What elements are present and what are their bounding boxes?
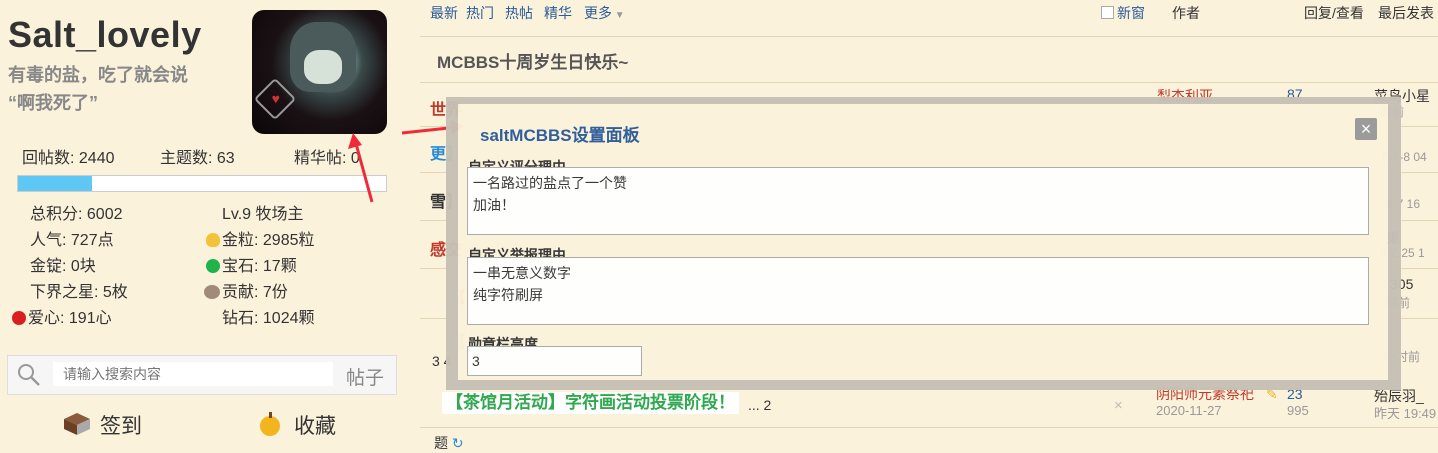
profile-panel: Salt_lovely 有毒的盐，吃了就会说 “啊我死了” ♥ 回帖数: 244… — [0, 0, 420, 451]
book-icon — [64, 413, 90, 435]
apple-icon — [12, 311, 26, 325]
refresh-icon[interactable]: ↻ — [448, 435, 464, 451]
stat-diamonds: 钻石: 1024颗 — [222, 310, 315, 327]
golden-apple-icon — [260, 412, 280, 436]
thread-views: 995 — [1287, 403, 1309, 418]
heart-sign-icon: ♥ — [253, 77, 297, 121]
search-icon[interactable] — [16, 362, 42, 388]
footer-label: 题 ↻ — [434, 433, 464, 453]
checkbox[interactable] — [1101, 6, 1114, 19]
signature-line: 有毒的盐，吃了就会说 — [8, 65, 188, 85]
stat-gems: 宝石: 17颗 — [206, 255, 297, 279]
stat-love: 爱心: 191心 — [12, 307, 112, 331]
stat-gold-ingots: 金锭: 0块 — [30, 258, 96, 275]
avatar-face — [304, 50, 342, 84]
last-post-time: 昨天 19:49 — [1374, 406, 1437, 421]
level-progress-fill — [18, 176, 92, 191]
stat-nether-stars: 下界之星: 5枚 — [30, 284, 128, 301]
filter-digest[interactable]: 精华 — [544, 3, 572, 23]
search-input[interactable] — [53, 362, 333, 386]
new-window-toggle[interactable]: 新窗 — [1101, 3, 1145, 23]
filter-latest[interactable]: 最新 — [430, 3, 458, 23]
gold-nugget-icon — [206, 233, 220, 247]
filter-hotpost[interactable]: 热帖 — [505, 3, 533, 23]
signature-line: “啊我死了” — [8, 93, 98, 113]
favorite-button[interactable]: 收藏 — [256, 410, 336, 440]
search-bar: 帖子 — [7, 355, 397, 395]
footer-text: 题 — [434, 435, 448, 451]
topic-count[interactable]: 主题数: 63 — [160, 144, 235, 168]
signature: 有毒的盐，吃了就会说 “啊我死了” — [8, 61, 238, 117]
report-reason-textarea[interactable]: 一串无意义数字 纯字符刷屏 — [467, 257, 1369, 325]
chevron-down-icon: ▼ — [612, 10, 625, 21]
checkin-button[interactable]: 签到 — [62, 410, 142, 440]
settings-panel: saltMCBBS设置面板 × 自定义评分理由 一名路过的盐点了一个赞 加油！ … — [446, 97, 1401, 390]
search-type-select[interactable]: 帖子 — [346, 363, 384, 390]
stat-gold-nuggets: 金粒: 2985粒 — [206, 229, 315, 253]
stat-label: 贡献: 7份 — [222, 284, 288, 301]
stat-popularity: 人气: 727点 — [30, 232, 114, 249]
rate-reason-textarea[interactable]: 一名路过的盐点了一个赞 加油！ — [467, 167, 1369, 235]
username[interactable]: Salt_lovely — [8, 14, 202, 56]
filter-bar: 最新 热门 热帖 精华 更多 ▼ 新窗 作者 回复/查看 最后发表 — [420, 0, 1438, 24]
filter-more[interactable]: 更多 ▼ — [584, 3, 625, 23]
reply-count[interactable]: 回帖数: 2440 — [22, 144, 115, 168]
thread-pages[interactable]: ... 2 — [748, 397, 771, 413]
forum-banner[interactable]: MCBBS十周岁生日快乐~ — [437, 48, 628, 73]
filter-hot[interactable]: 热门 — [466, 3, 494, 23]
stat-level[interactable]: Lv.9 牧场主 — [222, 203, 304, 227]
favorite-label: 收藏 — [294, 415, 336, 438]
new-window-label: 新窗 — [1117, 5, 1145, 21]
column-author: 作者 — [1172, 5, 1200, 21]
settings-panel-body: saltMCBBS设置面板 × 自定义评分理由 一名路过的盐点了一个赞 加油！ … — [458, 104, 1388, 380]
divider — [420, 427, 1438, 428]
thread-date: 2020-11-27 — [1156, 403, 1222, 418]
divider — [420, 82, 1438, 83]
close-button[interactable]: × — [1355, 118, 1377, 140]
stat-label: 宝石: 17颗 — [222, 258, 297, 275]
emerald-icon — [206, 259, 220, 273]
stat-points: 总积分: 6002 — [30, 206, 123, 223]
settings-panel-title: saltMCBBS设置面板 — [480, 126, 640, 145]
stat-label: 金粒: 2985粒 — [222, 232, 315, 249]
close-icon[interactable]: × — [1114, 397, 1123, 414]
medal-height-input[interactable]: 3 — [467, 346, 642, 376]
column-last-post[interactable]: 最后发表 — [1378, 3, 1434, 23]
column-replies[interactable]: 回复/查看 — [1304, 3, 1364, 23]
contribution-icon — [204, 285, 220, 299]
stat-label: 爱心: 191心 — [28, 310, 112, 327]
level-progress-bar — [17, 175, 387, 192]
stat-contribution: 贡献: 7份 — [204, 281, 288, 305]
checkin-label: 签到 — [100, 415, 142, 438]
filter-more-label: 更多 — [584, 5, 612, 21]
divider — [420, 36, 1438, 37]
thread-title[interactable]: 【茶馆月活动】字符画活动投票阶段！ — [442, 392, 739, 414]
